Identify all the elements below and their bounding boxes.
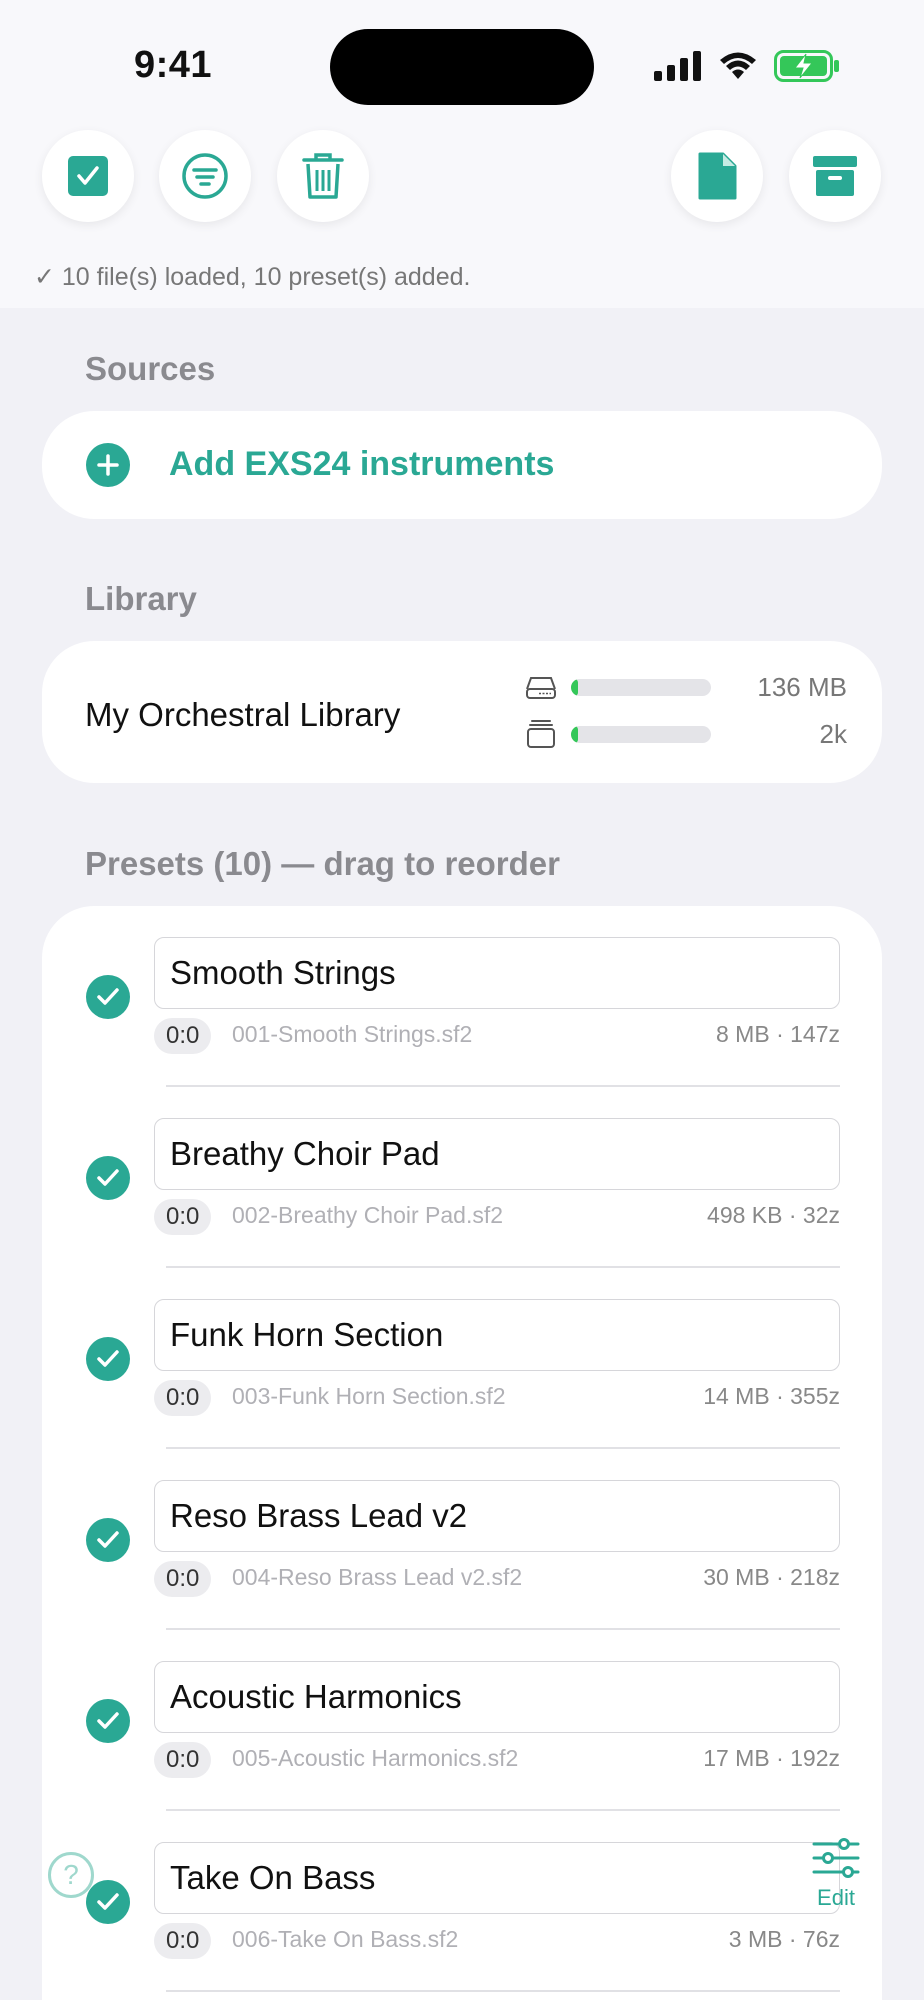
preset-file-meta: 498 KB · 32z <box>707 1202 840 1228</box>
presets-section-title: Presets (10) — drag to reorder <box>85 845 560 882</box>
filter-icon <box>182 153 228 199</box>
preset-row[interactable]: Acoustic Harmonics 0:0 005-Acoustic Harmon… <box>42 1661 882 1842</box>
preset-row[interactable]: Funk Horn Section 0:0 003-Funk Horn Sectio… <box>42 1299 882 1480</box>
row-divider <box>166 1085 840 1087</box>
preset-selected-checkbox[interactable] <box>86 1518 130 1562</box>
checkmark-icon <box>97 1712 119 1729</box>
add-instruments-label: Add EXS24 instruments <box>169 445 555 483</box>
checkmark-icon <box>97 1893 119 1910</box>
preset-selected-checkbox[interactable] <box>86 1337 130 1381</box>
library-card[interactable]: My Orchestral Library 136 MB 2k <box>42 641 882 783</box>
row-divider <box>166 1990 840 1992</box>
library-count-value: 2k <box>819 718 847 749</box>
plus-circle-icon <box>86 443 130 487</box>
archive-icon <box>813 156 857 196</box>
cellular-icon <box>654 51 701 81</box>
edit-button[interactable]: Edit <box>806 1838 866 1910</box>
select-all-button[interactable] <box>42 130 134 222</box>
stack-icon <box>527 720 555 748</box>
dynamic-island <box>330 29 594 105</box>
document-icon <box>698 152 737 200</box>
checkmark-icon <box>97 1169 119 1186</box>
preset-row[interactable]: Take On Bass 0:0 006-Take On Bass.sf2 3 MB … <box>42 1842 882 2000</box>
help-button[interactable]: ? <box>48 1852 94 1898</box>
preset-file-name: 004-Reso Brass Lead v2.sf2 <box>232 1564 523 1590</box>
preset-selected-checkbox[interactable] <box>86 1880 130 1924</box>
trash-icon <box>302 153 344 199</box>
checkmark-icon <box>97 1531 119 1548</box>
delete-button[interactable] <box>277 130 369 222</box>
preset-file-meta: 17 MB · 192z <box>703 1745 840 1771</box>
archive-button[interactable] <box>789 130 881 222</box>
load-status-message: ✓ 10 file(s) loaded, 10 preset(s) added. <box>34 263 471 291</box>
preset-name-field[interactable]: Breathy Choir Pad <box>154 1118 840 1190</box>
preset-file-name: 001-Smooth Strings.sf2 <box>232 1021 473 1047</box>
preset-bank-program[interactable]: 0:0 <box>154 1199 212 1235</box>
checkmark-icon <box>97 988 119 1005</box>
preset-file-meta: 14 MB · 355z <box>703 1383 840 1409</box>
preset-file-name: 006-Take On Bass.sf2 <box>232 1926 459 1952</box>
library-count-meter: 2k <box>525 719 847 749</box>
library-size-value: 136 MB <box>757 671 847 702</box>
row-divider <box>166 1447 840 1449</box>
preset-file-meta: 3 MB · 76z <box>728 1926 840 1952</box>
preset-row[interactable]: Reso Brass Lead v2 0:0 004-Reso Brass Lead… <box>42 1480 882 1661</box>
sliders-icon <box>812 1838 860 1878</box>
preset-file-meta: 30 MB · 218z <box>703 1564 840 1590</box>
preset-selected-checkbox[interactable] <box>86 1156 130 1200</box>
sources-section-title: Sources <box>85 350 216 387</box>
status-icons <box>654 50 840 82</box>
hard-drive-icon <box>526 677 556 699</box>
top-bar: 9:41 ✓ 10 file(s) loaded, 10 preset(s) a… <box>0 0 924 308</box>
preset-file-meta: 8 MB · 147z <box>716 1021 840 1047</box>
library-name: My Orchestral Library <box>85 696 401 733</box>
library-section-title: Library <box>85 580 197 617</box>
library-size-meter: 136 MB <box>525 672 847 702</box>
preset-row[interactable]: Smooth Strings 0:0 001-Smooth Strings.sf2 8… <box>42 937 882 1118</box>
preset-bank-program[interactable]: 0:0 <box>154 1742 212 1778</box>
preset-bank-program[interactable]: 0:0 <box>154 1923 212 1959</box>
checkbox-icon <box>68 156 108 196</box>
row-divider <box>166 1266 840 1268</box>
preset-file-name: 002-Breathy Choir Pad.sf2 <box>232 1202 504 1228</box>
preset-selected-checkbox[interactable] <box>86 975 130 1019</box>
library-count-bar <box>571 725 711 743</box>
wifi-icon <box>720 52 756 79</box>
preset-name-field[interactable]: Take On Bass <box>154 1842 840 1914</box>
preset-bank-program[interactable]: 0:0 <box>154 1561 212 1597</box>
preset-file-name: 005-Acoustic Harmonics.sf2 <box>232 1745 519 1771</box>
preset-selected-checkbox[interactable] <box>86 1699 130 1743</box>
preset-name-field[interactable]: Smooth Strings <box>154 937 840 1009</box>
preset-name-field[interactable]: Reso Brass Lead v2 <box>154 1480 840 1552</box>
preset-name-field[interactable]: Acoustic Harmonics <box>154 1661 840 1733</box>
edit-label: Edit <box>817 1885 855 1910</box>
preset-bank-program[interactable]: 0:0 <box>154 1018 212 1054</box>
row-divider <box>166 1809 840 1811</box>
preset-file-name: 003-Funk Horn Section.sf2 <box>232 1383 506 1409</box>
library-size-bar <box>571 678 711 696</box>
preset-bank-program[interactable]: 0:0 <box>154 1380 212 1416</box>
preset-name-field[interactable]: Funk Horn Section <box>154 1299 840 1371</box>
library-size-fill <box>571 678 578 696</box>
add-instruments-card[interactable]: Add EXS24 instruments <box>42 411 882 519</box>
row-divider <box>166 1628 840 1630</box>
presets-list: Smooth Strings 0:0 001-Smooth Strings.sf2 8… <box>42 906 882 2000</box>
new-document-button[interactable] <box>671 130 763 222</box>
checkmark-icon <box>97 1350 119 1367</box>
battery-icon <box>774 50 839 82</box>
filter-button[interactable] <box>159 130 251 222</box>
status-time: 9:41 <box>134 44 213 86</box>
library-count-fill <box>571 725 578 743</box>
preset-row[interactable]: Breathy Choir Pad 0:0 002-Breathy Choir Pa… <box>42 1118 882 1299</box>
